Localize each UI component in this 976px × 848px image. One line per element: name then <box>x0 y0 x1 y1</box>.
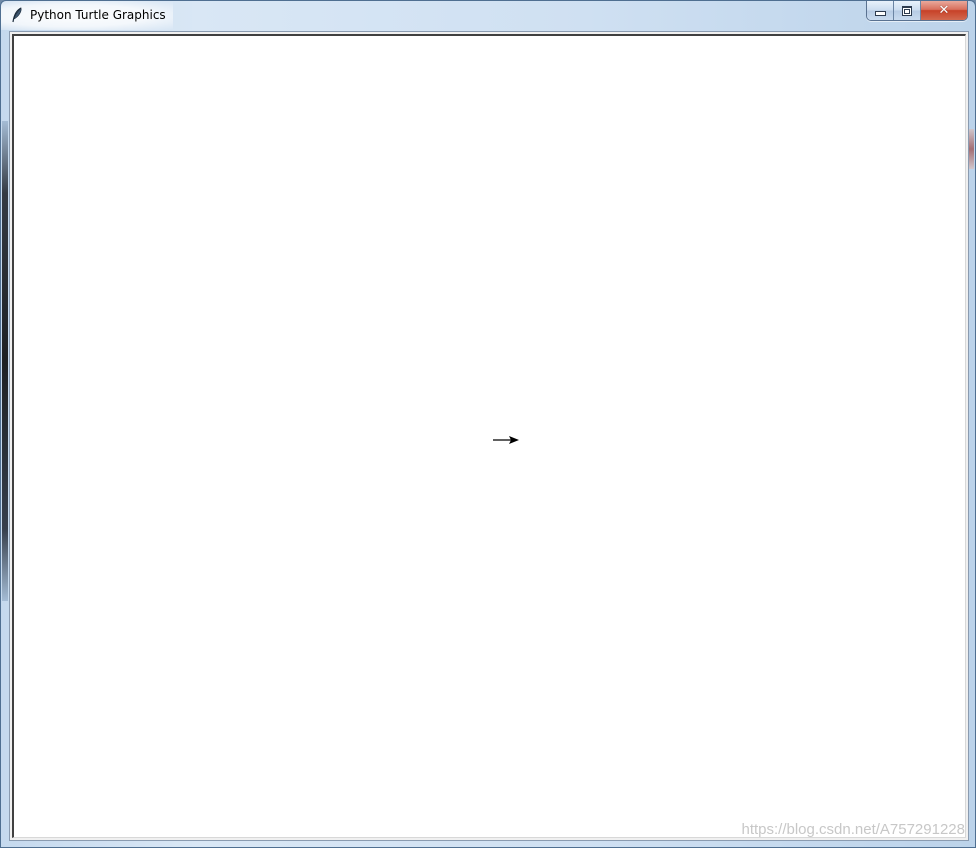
maximize-button[interactable] <box>894 1 921 20</box>
maximize-icon <box>902 5 912 16</box>
minimize-button[interactable] <box>867 1 894 20</box>
close-icon: ✕ <box>938 3 950 18</box>
close-button[interactable]: ✕ <box>921 1 967 20</box>
turtle-canvas[interactable] <box>12 34 966 838</box>
window-frame-left <box>2 121 8 601</box>
turtle-graphics-window: Python Turtle Graphics ✕ https://blog.cs… <box>0 0 976 848</box>
feather-icon <box>12 7 22 23</box>
arrow-right-icon <box>493 436 519 444</box>
window-title: Python Turtle Graphics <box>30 8 166 22</box>
client-area <box>9 31 969 841</box>
title-bar[interactable]: Python Turtle Graphics ✕ <box>1 1 975 30</box>
minimize-icon <box>874 11 886 16</box>
caption-buttons: ✕ <box>866 1 968 21</box>
watermark: https://blog.csdn.net/A757291228 <box>741 821 965 838</box>
